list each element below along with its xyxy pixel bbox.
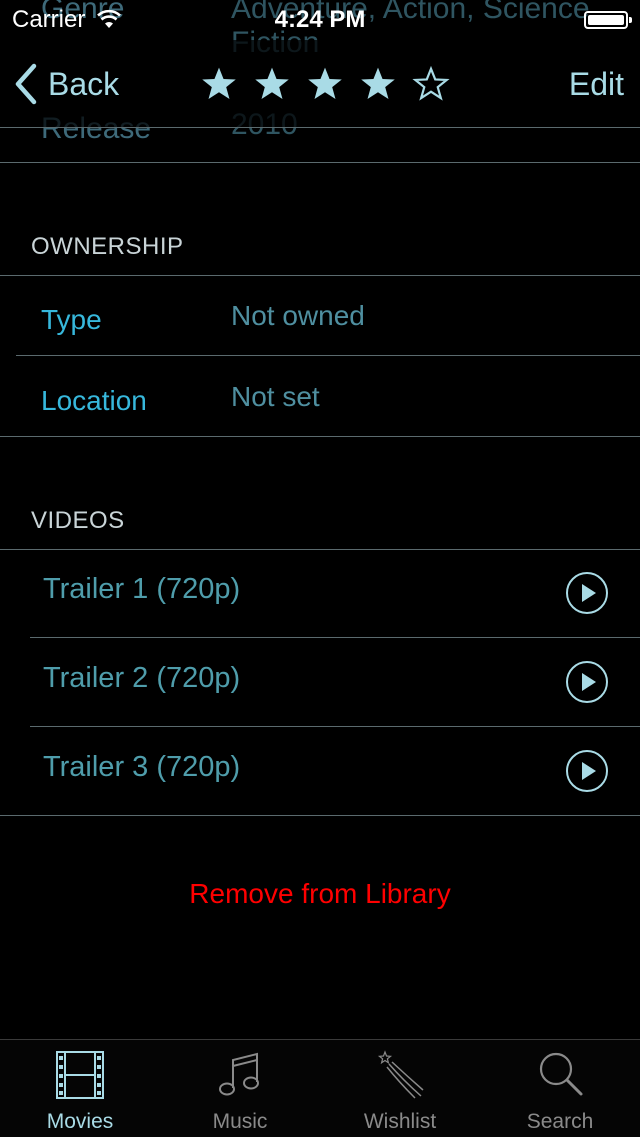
tab-label: Movies <box>46 1110 114 1133</box>
search-icon <box>539 1052 583 1096</box>
ownership-row-location[interactable]: Location Not set <box>0 356 640 436</box>
location-label: Location <box>41 385 147 416</box>
music-note-icon <box>219 1052 259 1096</box>
tab-label: Search <box>526 1110 594 1133</box>
type-value: Not owned <box>231 300 365 331</box>
back-button[interactable]: Back <box>14 60 119 108</box>
ownership-header: OWNERSHIP <box>31 233 184 260</box>
back-label: Back <box>48 65 120 102</box>
tab-movies[interactable]: Movies <box>0 1040 160 1137</box>
play-icon[interactable] <box>566 750 608 792</box>
section-divider <box>0 162 640 163</box>
nav-divider <box>0 127 640 128</box>
location-value: Not set <box>231 381 320 412</box>
video-row-trailer-2[interactable]: Trailer 2 (720p) <box>0 638 640 726</box>
film-icon <box>56 1051 104 1099</box>
battery-icon <box>584 11 632 29</box>
section-divider <box>0 436 640 437</box>
remove-from-library-button[interactable]: Remove from Library <box>0 878 640 910</box>
video-title: Trailer 2 (720p) <box>43 662 241 694</box>
video-title: Trailer 3 (720p) <box>43 751 241 783</box>
edit-button[interactable]: Edit <box>569 60 624 108</box>
star-outline-icon[interactable] <box>404 62 457 106</box>
video-title: Trailer 1 (720p) <box>43 573 241 605</box>
star-icon[interactable] <box>245 62 298 106</box>
play-icon[interactable] <box>566 572 608 614</box>
star-icon[interactable] <box>351 62 404 106</box>
rating-stars[interactable] <box>192 62 457 106</box>
shooting-star-icon <box>377 1050 424 1099</box>
type-label: Type <box>41 304 102 335</box>
star-icon[interactable] <box>298 62 351 106</box>
tab-wishlist[interactable]: Wishlist <box>320 1040 480 1137</box>
chevron-left-icon <box>15 63 37 105</box>
tab-label: Music <box>212 1110 268 1133</box>
section-divider <box>0 815 640 816</box>
video-row-trailer-3[interactable]: Trailer 3 (720p) <box>0 727 640 815</box>
play-icon[interactable] <box>566 661 608 703</box>
status-time: 4:24 PM <box>274 6 366 33</box>
videos-header: VIDEOS <box>31 507 125 534</box>
ownership-row-type[interactable]: Type Not owned <box>0 276 640 355</box>
tab-music[interactable]: Music <box>160 1040 320 1137</box>
tab-bar: Movies Music Wishlist Search <box>0 1039 640 1137</box>
star-icon[interactable] <box>192 62 245 106</box>
video-row-trailer-1[interactable]: Trailer 1 (720p) <box>0 549 640 637</box>
tab-label: Wishlist <box>363 1110 437 1133</box>
tab-search[interactable]: Search <box>480 1040 640 1137</box>
